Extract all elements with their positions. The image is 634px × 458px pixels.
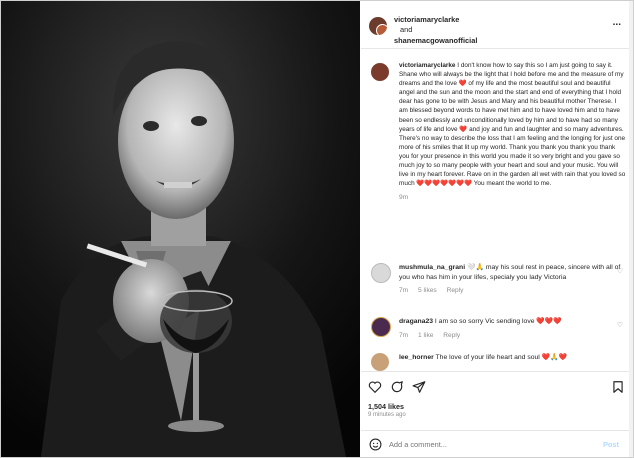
likes-count[interactable]: 1,504 likes <box>368 402 404 411</box>
caption-username[interactable]: victoriamaryclarke <box>399 62 456 69</box>
comment-meta: 7m 5 likes Reply <box>399 286 627 296</box>
add-comment-input[interactable] <box>389 440 589 449</box>
comment-avatar[interactable] <box>371 263 391 283</box>
post-details-panel: victoriamaryclarke and shanemacgowanoffi… <box>361 1 633 457</box>
comment-like-icon[interactable]: ♡ <box>617 321 623 329</box>
comment-body: mushmula_na_grani 🤍🙏 may his soul rest i… <box>399 263 627 296</box>
add-comment-row: Post <box>361 430 633 457</box>
post-header: victoriamaryclarke and shanemacgowanoffi… <box>361 1 633 49</box>
photo-illustration <box>1 1 360 457</box>
post-window: victoriamaryclarke and shanemacgowanoffi… <box>0 0 634 458</box>
comment-likes[interactable]: 5 likes <box>418 287 437 294</box>
caption: victoriamaryclarke I don't know how to s… <box>371 61 626 201</box>
caption-avatar[interactable] <box>371 63 389 81</box>
comment-text: The love of your life heart and soul ❤️🙏… <box>435 354 568 361</box>
avatar-secondary <box>376 24 387 35</box>
avatar[interactable] <box>369 17 387 35</box>
bookmark-icon[interactable] <box>611 380 625 394</box>
share-icon[interactable] <box>412 380 426 394</box>
header-and: and <box>400 25 413 35</box>
comment-username[interactable]: mushmula_na_grani <box>399 264 465 271</box>
comment-item: mushmula_na_grani 🤍🙏 may his soul rest i… <box>369 263 627 296</box>
comment-time: 7m <box>399 287 409 295</box>
caption-time: 9m <box>399 194 409 202</box>
more-icon[interactable]: ... <box>613 17 621 28</box>
post-actions: 1,504 likes 9 minutes ago Post <box>361 371 633 457</box>
caption-body: victoriamaryclarke I don't know how to s… <box>399 61 626 188</box>
comment-username[interactable]: lee_horner <box>399 354 434 361</box>
comment-time: 7m <box>399 331 409 339</box>
comment-text: I am so so sorry Vic sending love ❤️❤️❤️ <box>434 318 562 325</box>
comment-body: lee_horner The love of your life heart a… <box>399 353 627 363</box>
caption-text: I don't know how to say this so I am jus… <box>399 62 626 188</box>
reply-button[interactable]: Reply <box>447 287 464 294</box>
comment-likes[interactable]: 1 like <box>418 332 433 339</box>
comment-like-icon[interactable]: ♡ <box>617 267 623 275</box>
comment-meta: 7m 1 like Reply <box>399 331 627 341</box>
post-photo[interactable] <box>1 1 360 457</box>
post-time: 9 minutes ago <box>368 412 406 418</box>
comment-item: lee_horner The love of your life heart a… <box>369 353 627 371</box>
emoji-icon[interactable] <box>369 438 382 451</box>
header-user1[interactable]: victoriamaryclarke <box>394 15 459 24</box>
heart-icon[interactable] <box>368 380 382 394</box>
reply-button[interactable]: Reply <box>443 332 460 339</box>
comment-item: dragana23 I am so so sorry Vic sending l… <box>369 317 627 340</box>
comment-icon[interactable] <box>390 380 404 394</box>
scrollbar[interactable] <box>629 1 633 457</box>
comment-avatar[interactable] <box>371 317 391 337</box>
header-user2[interactable]: shanemacgowanofficial <box>394 36 477 45</box>
header-users: victoriamaryclarke and shanemacgowanoffi… <box>394 15 477 46</box>
post-button[interactable]: Post <box>603 440 619 449</box>
comment-avatar[interactable] <box>371 353 389 371</box>
comment-username[interactable]: dragana23 <box>399 318 433 325</box>
comment-body: dragana23 I am so so sorry Vic sending l… <box>399 317 627 340</box>
